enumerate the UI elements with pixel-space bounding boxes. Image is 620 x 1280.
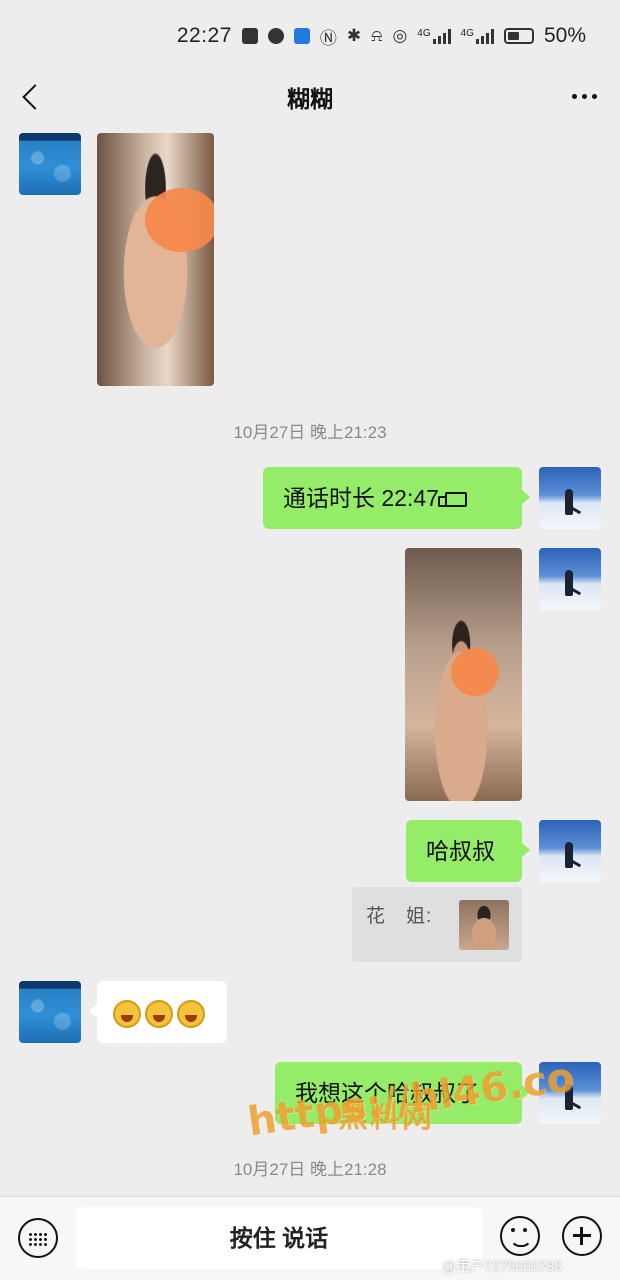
contact-avatar[interactable] [19,133,81,195]
call-record-bubble[interactable]: 通话时长 22:47 [263,467,530,529]
my-avatar[interactable] [539,548,601,610]
hold-to-talk-button[interactable]: 按住 说话 [76,1207,482,1269]
tears-of-joy-icon [177,999,205,1028]
received-photo[interactable] [97,133,214,386]
my-avatar[interactable] [539,820,601,882]
nfc-icon: Ⓝ [319,28,337,48]
face-mosaic [451,648,499,696]
chat-header: 糊糊 [0,72,620,122]
mute-icon: ⍾ [371,26,383,45]
message-text: 哈叔叔 [426,838,495,864]
status-time: 22:27 [176,24,232,47]
bluetooth-icon: ✱ [346,26,362,45]
chat-timestamp: 10月27日 晚上21:28 [233,1160,387,1179]
received-emoji-bubble[interactable] [89,981,227,1043]
tears-of-joy-icon [113,999,141,1028]
network-type-label: 4G [417,28,431,39]
chat-title: 糊糊 [287,86,333,112]
hotspot-icon: ◎ [392,26,408,45]
more-actions-button[interactable] [562,1216,602,1256]
status-bar: 22:27 Ⓝ ✱ ⍾ ◎ 4G 4G 50% [0,0,620,72]
contact-avatar[interactable] [19,981,81,1043]
signal-icon: 4G [417,28,451,44]
my-avatar[interactable] [539,467,601,529]
battery-icon [503,28,534,44]
keyboard-toggle-button[interactable] [18,1218,58,1258]
video-call-icon [437,492,467,507]
call-duration-text: 通话时长 22:47 [283,485,439,511]
keyboard-icon [28,1232,48,1246]
sent-text-bubble[interactable]: 哈叔叔 [406,820,530,882]
battery-fill [507,32,519,40]
shield-icon [267,28,284,44]
battery-percent: 50% [543,24,586,47]
weibo-watermark: @用户7275650785 [442,1258,563,1274]
more-options-button[interactable] [564,84,604,108]
signal-icon-2: 4G [461,28,494,44]
chat-timestamp: 10月27日 晚上21:23 [233,423,387,442]
app-notification-icon [293,28,310,44]
network-type-label-2: 4G [460,28,474,39]
quote-thumbnail [459,900,509,950]
tears-of-joy-icon [145,999,173,1028]
notification-icon [241,28,258,44]
quoted-message[interactable]: 花 姐: [352,887,522,962]
face-mosaic [145,188,214,252]
back-button[interactable] [18,80,48,114]
emoji-button[interactable] [500,1216,540,1256]
quote-sender: 花 姐: [366,906,433,927]
sent-photo[interactable] [405,548,522,801]
